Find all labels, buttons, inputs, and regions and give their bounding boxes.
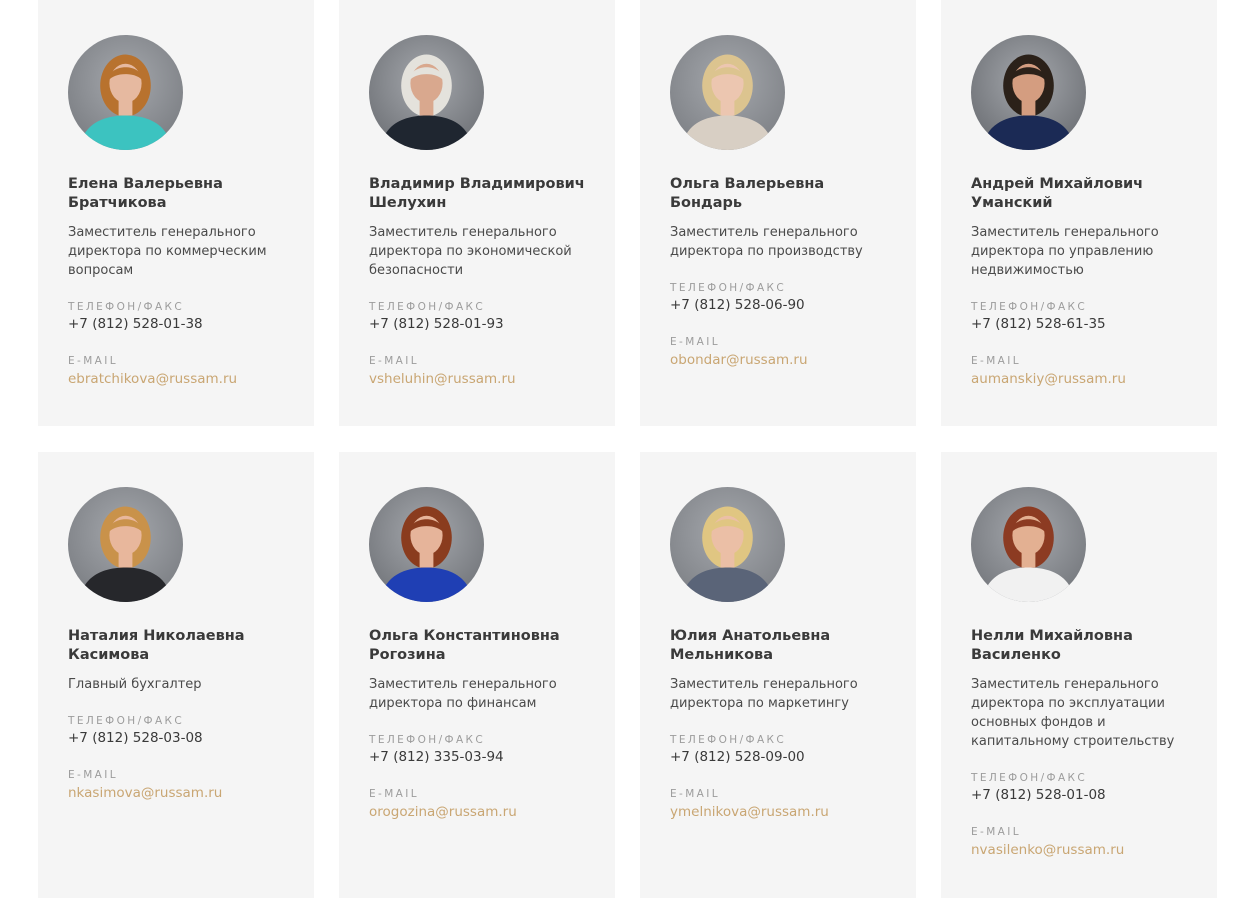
email-link[interactable]: obondar@russam.ru <box>670 352 808 368</box>
portrait-image <box>68 35 183 150</box>
phone-label: Телефон/Факс <box>971 301 1088 313</box>
portrait-image <box>369 487 484 602</box>
person-position: Заместитель генерального директора по эк… <box>971 677 1175 749</box>
person-name-first-line: Юлия Анатольевна <box>670 628 831 644</box>
phone-number: +7 (812) 528-01-93 <box>369 316 504 332</box>
person-name-last-line: Шелухин <box>369 195 447 211</box>
email-label: E-mail <box>971 826 1022 838</box>
person-photo <box>369 487 484 602</box>
phone-label: Телефон/Факс <box>670 734 787 746</box>
person-position: Заместитель генерального директора по ко… <box>68 225 267 278</box>
portrait-image <box>670 35 785 150</box>
phone-label: Телефон/Факс <box>670 282 787 294</box>
phone-label: Телефон/Факс <box>369 734 486 746</box>
person-name: Андрей Михайлович Уманский <box>971 175 1187 213</box>
person-name-last-line: Братчикова <box>68 195 167 211</box>
person-name: Нелли Михайловна Василенко <box>971 627 1187 665</box>
email-label: E-mail <box>369 355 420 367</box>
person-name-first-line: Андрей Михайлович <box>971 176 1144 192</box>
person-name: Юлия Анатольевна Мельникова <box>670 627 886 665</box>
contact-card: Ольга Константиновна Рогозина Заместител… <box>339 452 615 898</box>
person-photo <box>670 35 785 150</box>
person-name-first-line: Нелли Михайловна <box>971 628 1133 644</box>
phone-label: Телефон/Факс <box>971 772 1088 784</box>
portrait-image <box>369 35 484 150</box>
person-name-last-line: Бондарь <box>670 195 743 211</box>
person-name-first-line: Владимир Владимирович <box>369 176 585 192</box>
email-link[interactable]: ymelnikova@russam.ru <box>670 804 829 820</box>
person-name-first-line: Ольга Валерьевна <box>670 176 825 192</box>
email-link[interactable]: vsheluhin@russam.ru <box>369 371 516 387</box>
phone-number: +7 (812) 528-06-90 <box>670 297 805 313</box>
person-name-first-line: Ольга Константиновна <box>369 628 560 644</box>
email-link[interactable]: orogozina@russam.ru <box>369 804 517 820</box>
phone-number: +7 (812) 335-03-94 <box>369 749 504 765</box>
email-label: E-mail <box>68 355 119 367</box>
person-photo <box>68 487 183 602</box>
person-photo <box>971 487 1086 602</box>
email-label: E-mail <box>670 336 721 348</box>
phone-label: Телефон/Факс <box>68 715 185 727</box>
person-photo <box>369 35 484 150</box>
phone-label: Телефон/Факс <box>369 301 486 313</box>
phone-number: +7 (812) 528-03-08 <box>68 730 203 746</box>
email-label: E-mail <box>971 355 1022 367</box>
person-position: Заместитель генерального директора по фи… <box>369 677 557 711</box>
person-name-last-line: Уманский <box>971 195 1053 211</box>
person-photo <box>971 35 1086 150</box>
phone-number: +7 (812) 528-01-38 <box>68 316 203 332</box>
contact-card: Ольга Валерьевна Бондарь Заместитель ген… <box>640 0 916 426</box>
person-name: Владимир Владимирович Шелухин <box>369 175 585 213</box>
email-link[interactable]: aumanskiy@russam.ru <box>971 371 1126 387</box>
contact-card: Наталия Николаевна Касимова Главный бухг… <box>38 452 314 898</box>
email-link[interactable]: nkasimova@russam.ru <box>68 785 222 801</box>
person-photo <box>68 35 183 150</box>
person-position: Заместитель генерального директора по эк… <box>369 225 572 278</box>
contact-card: Владимир Владимирович Шелухин Заместител… <box>339 0 615 426</box>
portrait-image <box>971 35 1086 150</box>
portrait-image <box>670 487 785 602</box>
person-name-last-line: Рогозина <box>369 647 446 663</box>
contact-card: Юлия Анатольевна Мельникова Заместитель … <box>640 452 916 898</box>
person-position: Заместитель генерального директора по уп… <box>971 225 1159 278</box>
email-link[interactable]: nvasilenko@russam.ru <box>971 842 1124 858</box>
phone-number: +7 (812) 528-09-00 <box>670 749 805 765</box>
person-position: Главный бухгалтер <box>68 677 202 692</box>
email-label: E-mail <box>68 769 119 781</box>
contact-card: Андрей Михайлович Уманский Заместитель г… <box>941 0 1217 426</box>
person-position: Заместитель генерального директора по пр… <box>670 225 863 259</box>
email-link[interactable]: ebratchikova@russam.ru <box>68 371 237 387</box>
person-name-last-line: Василенко <box>971 647 1061 663</box>
phone-label: Телефон/Факс <box>68 301 185 313</box>
contact-card: Нелли Михайловна Василенко Заместитель г… <box>941 452 1217 898</box>
person-position: Заместитель генерального директора по ма… <box>670 677 858 711</box>
person-name-last-line: Касимова <box>68 647 150 663</box>
contacts-grid: Елена Валерьевна Братчикова Заместитель … <box>38 0 1219 898</box>
person-name: Наталия Николаевна Касимова <box>68 627 284 665</box>
person-name: Елена Валерьевна Братчикова <box>68 175 284 213</box>
portrait-image <box>971 487 1086 602</box>
contact-card: Елена Валерьевна Братчикова Заместитель … <box>38 0 314 426</box>
person-name-first-line: Елена Валерьевна <box>68 176 223 192</box>
person-name: Ольга Валерьевна Бондарь <box>670 175 886 213</box>
portrait-image <box>68 487 183 602</box>
person-photo <box>670 487 785 602</box>
person-name-first-line: Наталия Николаевна <box>68 628 245 644</box>
email-label: E-mail <box>670 788 721 800</box>
person-name-last-line: Мельникова <box>670 647 773 663</box>
person-name: Ольга Константиновна Рогозина <box>369 627 585 665</box>
phone-number: +7 (812) 528-61-35 <box>971 316 1106 332</box>
phone-number: +7 (812) 528-01-08 <box>971 787 1106 803</box>
email-label: E-mail <box>369 788 420 800</box>
